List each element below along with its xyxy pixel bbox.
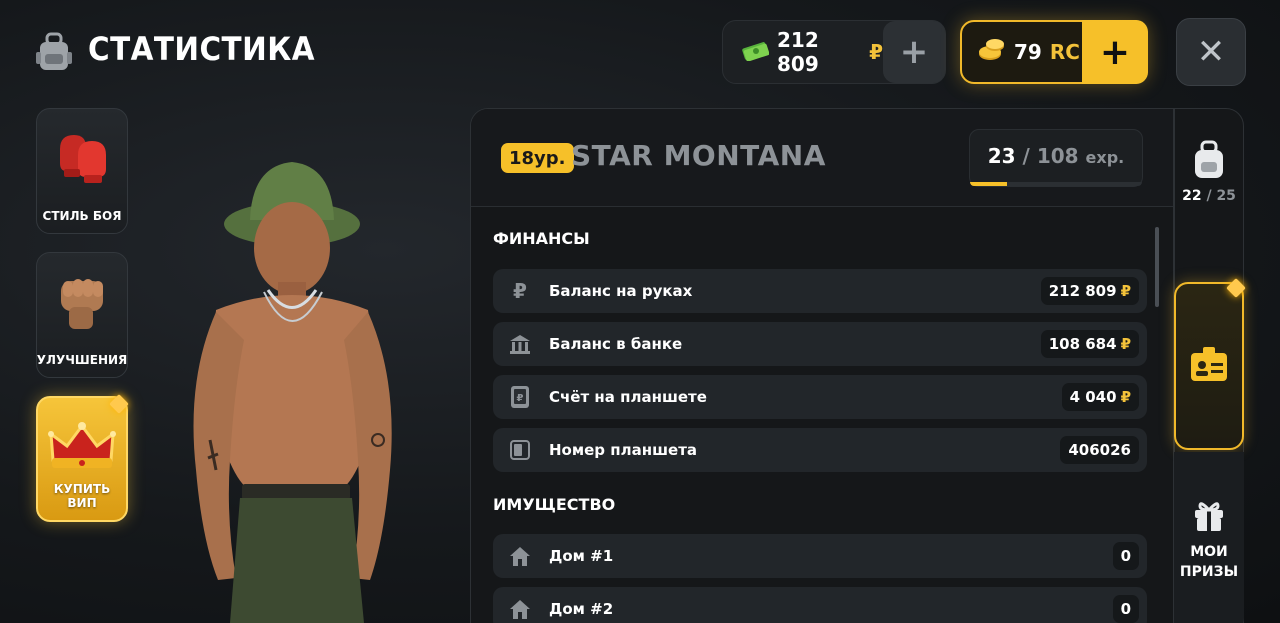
money-amount: 212 809 xyxy=(777,28,819,76)
row-value: 0 xyxy=(1112,542,1139,570)
exp-text: 23 / 108 exp. xyxy=(970,144,1142,168)
value-number: 108 684 xyxy=(1048,335,1117,353)
value-number: 0 xyxy=(1120,600,1131,618)
row-value: 0 xyxy=(1112,595,1139,623)
rc-amount: 79 xyxy=(1014,40,1042,64)
my-prizes-line1: МОИ xyxy=(1190,544,1228,560)
backpack-icon xyxy=(1192,140,1226,184)
section-finances-title: ФИНАНСЫ xyxy=(493,229,590,248)
menu-fight-style-label: СТИЛЬ БОЯ xyxy=(42,209,122,223)
backpack-icon xyxy=(36,32,72,72)
close-button[interactable]: ✕ xyxy=(1176,18,1246,86)
value-number: 0 xyxy=(1120,547,1131,565)
value-number: 406026 xyxy=(1068,441,1131,459)
tablet-number-icon xyxy=(507,437,533,463)
house-icon xyxy=(507,543,533,569)
exp-unit: exp. xyxy=(1085,148,1125,167)
row-value: 406026 xyxy=(1060,436,1139,464)
ruble-icon: ₽ xyxy=(513,279,527,303)
tablet-icon: ₽ xyxy=(507,384,533,410)
gold-coins-icon xyxy=(978,38,1006,66)
tab-inventory[interactable]: 22 / 25 xyxy=(1174,140,1244,204)
value-number: 4 040 xyxy=(1069,388,1117,406)
inventory-max: 25 xyxy=(1216,188,1236,204)
cash-icon xyxy=(741,39,770,65)
row-value: 4 040 ₽ xyxy=(1061,383,1139,411)
inventory-count: 22 / 25 xyxy=(1174,188,1244,204)
rc-balance: 79 RC + xyxy=(960,20,1148,84)
row-label: Счёт на планшете xyxy=(549,388,707,406)
scrollbar[interactable] xyxy=(1155,227,1159,307)
exp-separator: / xyxy=(1022,144,1030,168)
menu-upgrades[interactable]: УЛУЧШЕНИЯ xyxy=(36,252,128,378)
crown-icon xyxy=(47,420,117,476)
finance-row-tablet-number: Номер планшета 406026 xyxy=(493,428,1147,472)
tab-my-prizes[interactable]: МОИ ПРИЗЫ xyxy=(1174,452,1244,623)
money-currency: ₽ xyxy=(869,40,883,64)
menu-upgrades-label: УЛУЧШЕНИЯ xyxy=(36,353,128,367)
menu-fight-style[interactable]: СТИЛЬ БОЯ xyxy=(36,108,128,234)
row-label: Баланс в банке xyxy=(549,335,683,353)
value-number: 212 809 xyxy=(1048,282,1117,300)
fist-icon xyxy=(53,271,111,337)
row-value: 108 684 ₽ xyxy=(1040,330,1139,358)
inventory-current: 22 xyxy=(1182,188,1202,204)
my-prizes-line2: ПРИЗЫ xyxy=(1179,564,1239,580)
rc-currency: RC xyxy=(1049,40,1080,64)
add-money-button[interactable]: + xyxy=(883,21,945,83)
add-rc-button[interactable]: + xyxy=(1082,20,1148,84)
bank-icon xyxy=(507,331,533,357)
exp-box: 23 / 108 exp. xyxy=(969,129,1143,187)
finance-row-bank: Баланс в банке 108 684 ₽ xyxy=(493,322,1147,366)
house-icon xyxy=(507,596,533,622)
finance-row-tablet-account: ₽ Счёт на планшете 4 040 ₽ xyxy=(493,375,1147,419)
player-character xyxy=(160,140,430,623)
row-label: Дом #2 xyxy=(549,600,614,618)
stats-panel: 18ур. STAR MONTANA 23 / 108 exp. ФИНАНСЫ… xyxy=(470,108,1174,623)
exp-max: 108 xyxy=(1036,144,1079,168)
money-balance: 212 809 ₽ + xyxy=(722,20,946,84)
property-row-house-2: Дом #2 0 xyxy=(493,587,1147,623)
finance-row-cash: ₽ Баланс на руках 212 809 ₽ xyxy=(493,269,1147,313)
row-label: Номер планшета xyxy=(549,441,698,459)
my-prizes-label: МОИ ПРИЗЫ xyxy=(1174,542,1244,582)
gift-icon xyxy=(1192,502,1226,536)
value-currency: ₽ xyxy=(1120,282,1131,300)
section-property-title: ИМУЩЕСТВО xyxy=(493,495,616,514)
exp-progress-bar xyxy=(970,182,1142,186)
row-value: 212 809 ₽ xyxy=(1040,277,1139,305)
page-title: СТАТИСТИКА xyxy=(88,30,315,68)
exp-current: 23 xyxy=(987,144,1016,168)
menu-buy-vip[interactable]: КУПИТЬ ВИП xyxy=(36,396,128,522)
row-label: Дом #1 xyxy=(549,547,614,565)
exp-progress-fill xyxy=(970,182,1007,186)
id-card-icon xyxy=(1189,345,1229,387)
menu-buy-vip-label: КУПИТЬ ВИП xyxy=(53,482,111,510)
value-currency: ₽ xyxy=(1120,388,1131,406)
tab-statistics[interactable] xyxy=(1174,282,1244,450)
row-label: Баланс на руках xyxy=(549,282,693,300)
player-name: STAR MONTANA xyxy=(571,139,826,172)
level-badge: 18ур. xyxy=(501,143,574,173)
property-row-house-1: Дом #1 0 xyxy=(493,534,1147,578)
value-currency: ₽ xyxy=(1120,335,1131,353)
inventory-separator: / xyxy=(1206,188,1212,204)
svg-text:₽: ₽ xyxy=(517,393,524,404)
player-header: 18ур. STAR MONTANA 23 / 108 exp. xyxy=(471,109,1173,207)
boxing-gloves-icon xyxy=(50,129,114,189)
